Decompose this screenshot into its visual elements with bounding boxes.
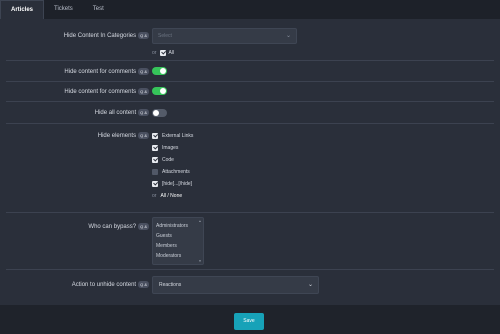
row-hide-elements: Hide elements Q & External Links Images … bbox=[6, 124, 494, 213]
option-images[interactable]: Images bbox=[152, 142, 193, 154]
hide-categories-text: Hide Content In Categories bbox=[63, 32, 137, 39]
action-text: Action to unhide content bbox=[71, 281, 137, 288]
all-none-line: or All / None bbox=[152, 190, 193, 202]
comments-2-text: Hide content for comments bbox=[64, 88, 137, 95]
option-attachments[interactable]: Attachments bbox=[152, 166, 193, 178]
tab-test[interactable]: Test bbox=[83, 0, 114, 19]
action-select-value: Reactions bbox=[159, 282, 182, 288]
tab-articles[interactable]: Articles bbox=[0, 0, 45, 19]
help-badge[interactable]: Q & bbox=[138, 68, 149, 75]
all-checkbox-group[interactable]: All bbox=[160, 50, 174, 56]
all-none-link[interactable]: All / None bbox=[160, 193, 182, 199]
row-comments-1: Hide content for comments Q & bbox=[6, 61, 494, 82]
attachments-checkbox[interactable] bbox=[152, 169, 158, 175]
help-badge[interactable]: Q & bbox=[138, 281, 149, 288]
hide-all-text: Hide all content bbox=[94, 109, 137, 116]
help-badge[interactable]: Q & bbox=[138, 88, 149, 95]
attachments-label: Attachments bbox=[162, 169, 190, 175]
row-hide-all: Hide all content Q & bbox=[6, 102, 494, 124]
scroll-up-icon[interactable]: ▲ bbox=[199, 219, 202, 223]
hide-bbcode-checkbox[interactable] bbox=[152, 181, 158, 187]
bypass-option[interactable]: Guests bbox=[156, 231, 200, 241]
hide-all-control bbox=[152, 109, 167, 117]
categories-select-placeholder: Select bbox=[158, 33, 172, 39]
categories-select[interactable]: Select ⌄ bbox=[152, 28, 297, 44]
save-button[interactable]: Save bbox=[234, 313, 264, 330]
help-badge[interactable]: Q & bbox=[138, 32, 149, 39]
row-hide-categories: Hide Content In Categories Q & Select ⌄ … bbox=[6, 24, 494, 61]
categories-all-line: or All bbox=[152, 47, 297, 59]
action-label: Action to unhide content Q & bbox=[72, 281, 149, 288]
code-label: Code bbox=[162, 157, 174, 163]
help-badge[interactable]: Q & bbox=[138, 223, 149, 230]
option-external-links[interactable]: External Links bbox=[152, 130, 193, 142]
hide-elements-label: Hide elements Q & bbox=[98, 132, 149, 139]
hide-categories-label: Hide Content In Categories Q & bbox=[64, 32, 149, 39]
comments-2-label: Hide content for comments Q & bbox=[64, 88, 149, 95]
hide-all-label: Hide all content Q & bbox=[95, 109, 149, 116]
chevron-down-icon: ⌄ bbox=[285, 33, 291, 39]
action-select[interactable]: Reactions ⌄ bbox=[152, 276, 319, 294]
listbox-scrollbar[interactable]: ▲ ▼ bbox=[198, 219, 202, 263]
or-text: or bbox=[152, 50, 157, 56]
comments-1-control bbox=[152, 67, 167, 75]
row-comments-2: Hide content for comments Q & bbox=[6, 82, 494, 102]
option-code[interactable]: Code bbox=[152, 154, 193, 166]
external-links-checkbox[interactable] bbox=[152, 133, 158, 139]
comments-1-toggle[interactable] bbox=[152, 67, 167, 75]
bypass-option[interactable]: Administrators bbox=[156, 221, 200, 231]
hide-elements-text: Hide elements bbox=[97, 132, 137, 139]
images-checkbox[interactable] bbox=[152, 145, 158, 151]
help-badge[interactable]: Q & bbox=[138, 132, 149, 139]
tab-tickets[interactable]: Tickets bbox=[44, 0, 83, 19]
bypass-text: Who can bypass? bbox=[88, 223, 137, 230]
toggle-knob bbox=[160, 68, 166, 74]
hide-all-toggle[interactable] bbox=[152, 109, 167, 117]
bypass-label: Who can bypass? Q & bbox=[88, 223, 149, 230]
toggle-knob bbox=[153, 110, 159, 116]
action-control: Reactions ⌄ bbox=[152, 276, 319, 294]
help-badge[interactable]: Q & bbox=[138, 109, 149, 116]
external-links-label: External Links bbox=[162, 133, 194, 139]
bypass-listbox[interactable]: Administrators Guests Members Moderators… bbox=[152, 217, 204, 265]
hide-bbcode-label: [hide]...[/hide] bbox=[162, 181, 193, 187]
tab-bar: Articles Tickets Test bbox=[0, 0, 500, 19]
hide-elements-control: External Links Images Code Attachments [… bbox=[152, 130, 193, 202]
scroll-down-icon[interactable]: ▼ bbox=[199, 259, 202, 263]
chevron-down-icon: ⌄ bbox=[307, 282, 313, 288]
comments-1-label: Hide content for comments Q & bbox=[64, 68, 149, 75]
categories-control: Select ⌄ or All bbox=[152, 28, 297, 59]
comments-2-control bbox=[152, 87, 167, 95]
row-bypass: Who can bypass? Q & Administrators Guest… bbox=[6, 213, 494, 270]
toggle-knob bbox=[160, 88, 166, 94]
all-checkbox[interactable] bbox=[160, 50, 167, 56]
all-label: All bbox=[168, 50, 175, 56]
bypass-option[interactable]: Moderators bbox=[156, 251, 200, 261]
comments-1-text: Hide content for comments bbox=[64, 68, 137, 75]
row-action: Action to unhide content Q & Reactions ⌄ bbox=[6, 270, 494, 302]
option-hide-bbcode[interactable]: [hide]...[/hide] bbox=[152, 178, 193, 190]
or-text: or bbox=[152, 193, 157, 199]
code-checkbox[interactable] bbox=[152, 157, 158, 163]
images-label: Images bbox=[162, 145, 179, 151]
comments-2-toggle[interactable] bbox=[152, 87, 167, 95]
bypass-control: Administrators Guests Members Moderators… bbox=[152, 217, 204, 265]
bypass-option[interactable]: Members bbox=[156, 241, 200, 251]
